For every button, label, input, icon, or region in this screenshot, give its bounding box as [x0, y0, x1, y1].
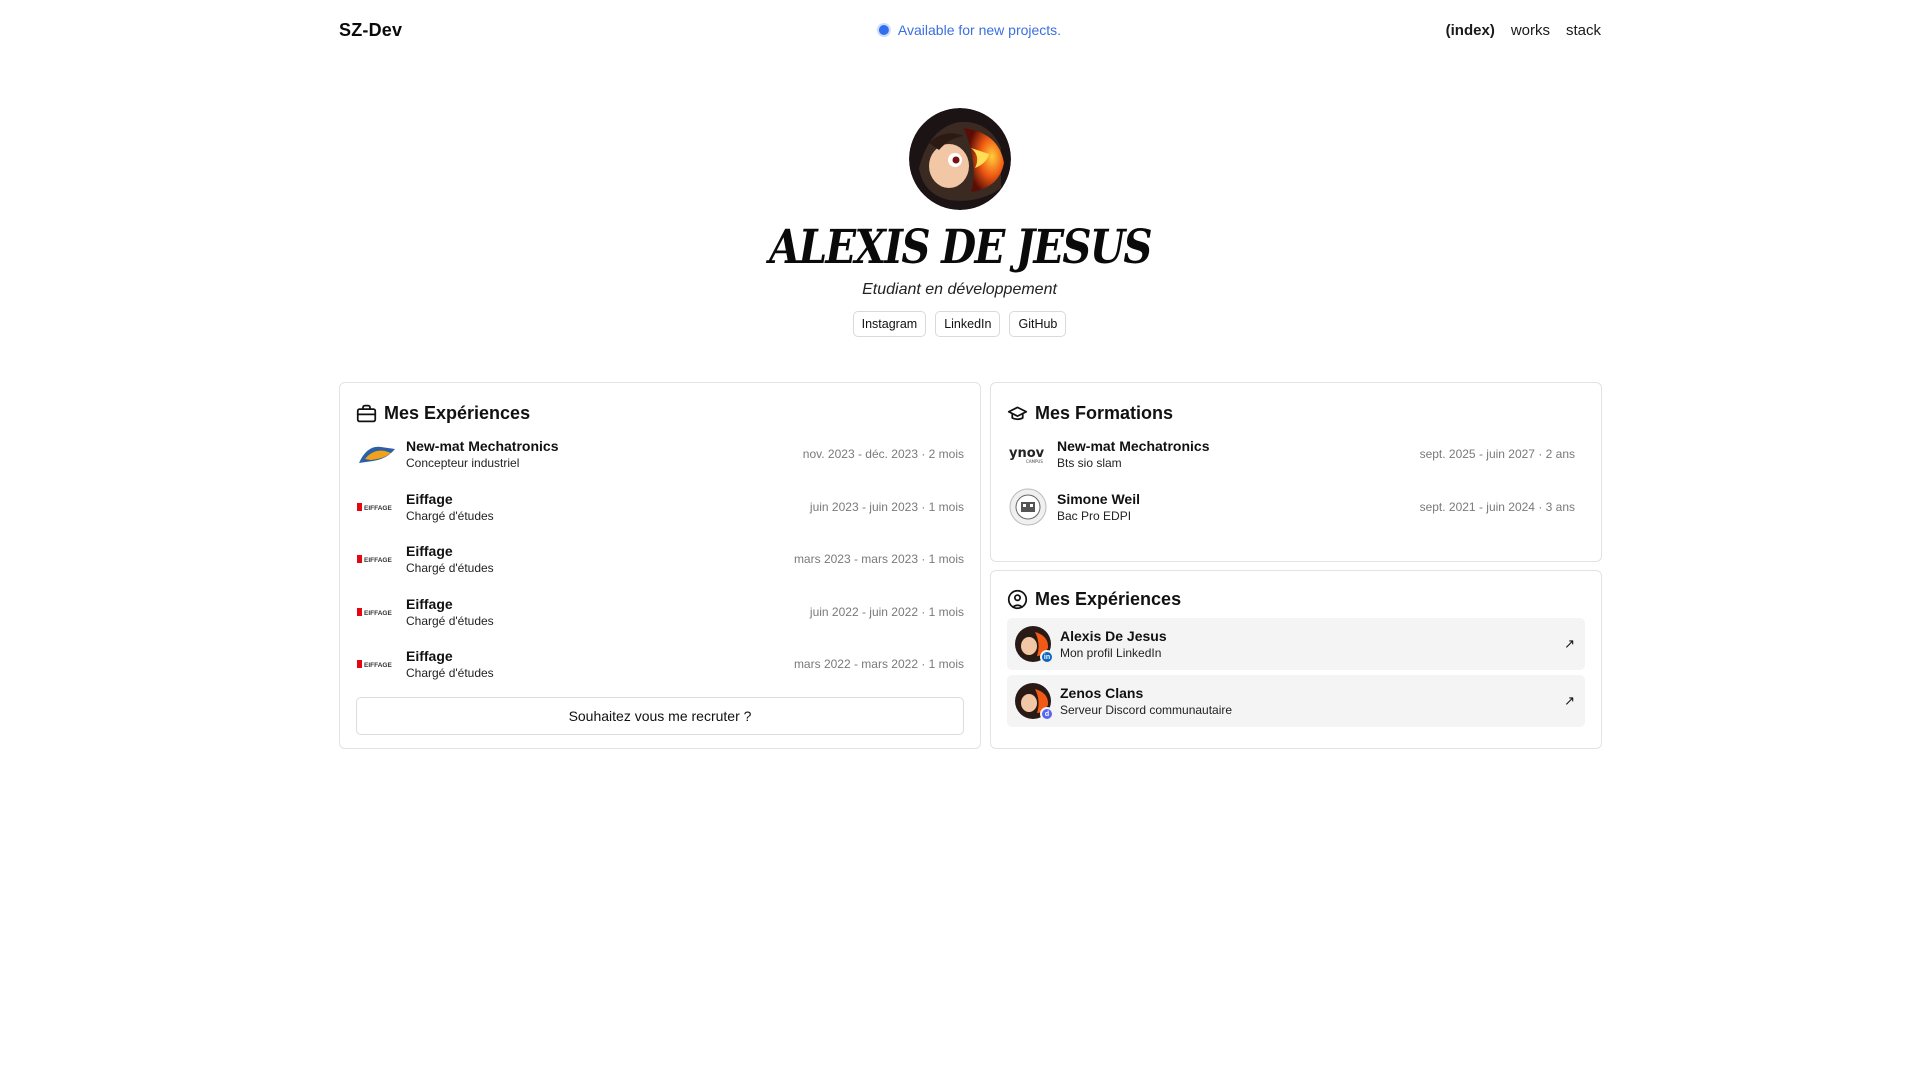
- recruit-button[interactable]: Souhaitez vous me recruter ?: [356, 696, 964, 735]
- svg-text:EIFFAGE: EIFFAGE: [364, 505, 392, 512]
- svg-text:EIFFAGE: EIFFAGE: [364, 662, 392, 669]
- links-card: Mes Expériences in Alexis De Jesus Mon p…: [990, 570, 1602, 749]
- discord-server-link[interactable]: d Zenos Clans Serveur Discord communauta…: [1007, 675, 1585, 727]
- formations-card: Mes Formations ynov CAMPUS New-mat Mechat…: [990, 382, 1602, 562]
- experience-dates: nov. 2023 - déc. 2023 · 2 mois: [802, 447, 964, 462]
- formations-list: ynov CAMPUS New-mat Mechatronics Bts sio …: [1007, 428, 1575, 533]
- eiffage-logo-icon: EIFFAGE: [356, 648, 398, 680]
- experience-company: Eiffage: [406, 648, 453, 665]
- graduation-cap-icon: [1007, 406, 1028, 421]
- profile-avatar: [908, 108, 1011, 210]
- avatar: in: [1015, 626, 1054, 664]
- avatar: d: [1015, 683, 1054, 721]
- user-circle-icon: [1007, 589, 1028, 610]
- formations-title: Mes Formations: [1007, 403, 1575, 424]
- eiffage-logo-icon: EIFFAGE: [356, 491, 398, 523]
- experiences-card: Mes Expériences New-mat Mechatronics Con…: [339, 382, 981, 749]
- experience-company: Eiffage: [406, 543, 453, 560]
- availability-status: Available for new projects.: [878, 22, 1062, 38]
- list-item: EIFFAGE Eiffage Chargé d'études mars 202…: [356, 638, 964, 691]
- github-link[interactable]: GitHub: [1009, 311, 1067, 337]
- profile-subtitle: Etudiant en développement: [862, 281, 1057, 298]
- experience-company: New-mat Mechatronics: [406, 438, 559, 455]
- link-description: Mon profil LinkedIn: [1060, 646, 1162, 660]
- formation-school: New-mat Mechatronics: [1057, 438, 1210, 455]
- formation-dates: sept. 2025 - juin 2027 · 2 ans: [1419, 447, 1575, 462]
- experience-dates: juin 2023 - juin 2023 · 1 mois: [809, 499, 964, 514]
- svg-text:EIFFAGE: EIFFAGE: [364, 557, 392, 564]
- brand-logo[interactable]: SZ-Dev: [339, 20, 402, 41]
- list-item: EIFFAGE Eiffage Chargé d'études juin 202…: [356, 481, 964, 534]
- formation-degree: Bts sio slam: [1057, 456, 1122, 471]
- status-dot-icon: [878, 25, 889, 35]
- profile-name: ALEXIS DE JESUS: [768, 220, 1153, 275]
- hero-section: ALEXIS DE JESUS Etudiant en développemen…: [0, 108, 1919, 337]
- links-title: Mes Expériences: [1007, 589, 1585, 610]
- experience-dates: juin 2022 - juin 2022 · 1 mois: [809, 604, 964, 619]
- experience-role: Chargé d'études: [406, 666, 494, 681]
- list-item: New-mat Mechatronics Concepteur industri…: [356, 428, 964, 481]
- nav-stack[interactable]: stack: [1566, 22, 1601, 39]
- external-link-arrow-icon: ↗: [1564, 636, 1575, 651]
- main-nav: (index) works stack: [1446, 22, 1601, 39]
- experience-role: Chargé d'études: [406, 613, 494, 628]
- link-description: Serveur Discord communautaire: [1060, 703, 1233, 717]
- experience-company: Eiffage: [406, 490, 453, 507]
- links-list: in Alexis De Jesus Mon profil LinkedIn ↗…: [1007, 618, 1585, 727]
- availability-text: Available for new projects.: [897, 22, 1062, 38]
- list-item: ynov CAMPUS New-mat Mechatronics Bts sio …: [1007, 428, 1575, 481]
- svg-text:EIFFAGE: EIFFAGE: [364, 610, 392, 617]
- newmat-logo-icon: [356, 438, 398, 470]
- nav-works[interactable]: works: [1511, 22, 1550, 39]
- list-item: Simone Weil Bac Pro EDPI sept. 2021 - ju…: [1007, 481, 1575, 534]
- experiences-title: Mes Expériences: [356, 403, 964, 424]
- external-link-arrow-icon: ↗: [1564, 693, 1575, 708]
- instagram-link[interactable]: Instagram: [852, 311, 927, 337]
- eiffage-logo-icon: EIFFAGE: [356, 596, 398, 628]
- experience-role: Concepteur industriel: [406, 456, 520, 471]
- experience-dates: mars 2023 - mars 2023 · 1 mois: [793, 552, 964, 567]
- experience-role: Chargé d'études: [406, 508, 494, 523]
- ynov-logo-icon: ynov CAMPUS: [1007, 438, 1049, 470]
- briefcase-icon: [356, 404, 377, 423]
- experiences-list: New-mat Mechatronics Concepteur industri…: [356, 428, 964, 691]
- list-item: EIFFAGE Eiffage Chargé d'études mars 202…: [356, 533, 964, 586]
- experience-dates: mars 2022 - mars 2022 · 1 mois: [793, 657, 964, 672]
- formation-dates: sept. 2021 - juin 2024 · 3 ans: [1419, 499, 1575, 514]
- discord-icon: d: [1040, 707, 1054, 721]
- experience-role: Chargé d'études: [406, 561, 494, 576]
- svg-text:CAMPUS: CAMPUS: [1026, 459, 1043, 464]
- simone-weil-logo-icon: [1007, 488, 1049, 526]
- linkedin-profile-link[interactable]: in Alexis De Jesus Mon profil LinkedIn ↗: [1007, 618, 1585, 670]
- nav-index[interactable]: (index): [1446, 22, 1495, 39]
- list-item: EIFFAGE Eiffage Chargé d'études juin 202…: [356, 586, 964, 639]
- linkedin-icon: in: [1040, 650, 1054, 664]
- experience-company: Eiffage: [406, 595, 453, 612]
- eiffage-logo-icon: EIFFAGE: [356, 543, 398, 575]
- formation-school: Simone Weil: [1057, 490, 1140, 507]
- top-bar: SZ-Dev Available for new projects. (inde…: [339, 0, 1601, 60]
- formation-degree: Bac Pro EDPI: [1057, 508, 1132, 523]
- link-title: Alexis De Jesus: [1060, 628, 1167, 644]
- social-links: Instagram LinkedIn GitHub: [852, 311, 1067, 337]
- link-title: Zenos Clans: [1060, 685, 1144, 701]
- linkedin-link[interactable]: LinkedIn: [935, 311, 1001, 337]
